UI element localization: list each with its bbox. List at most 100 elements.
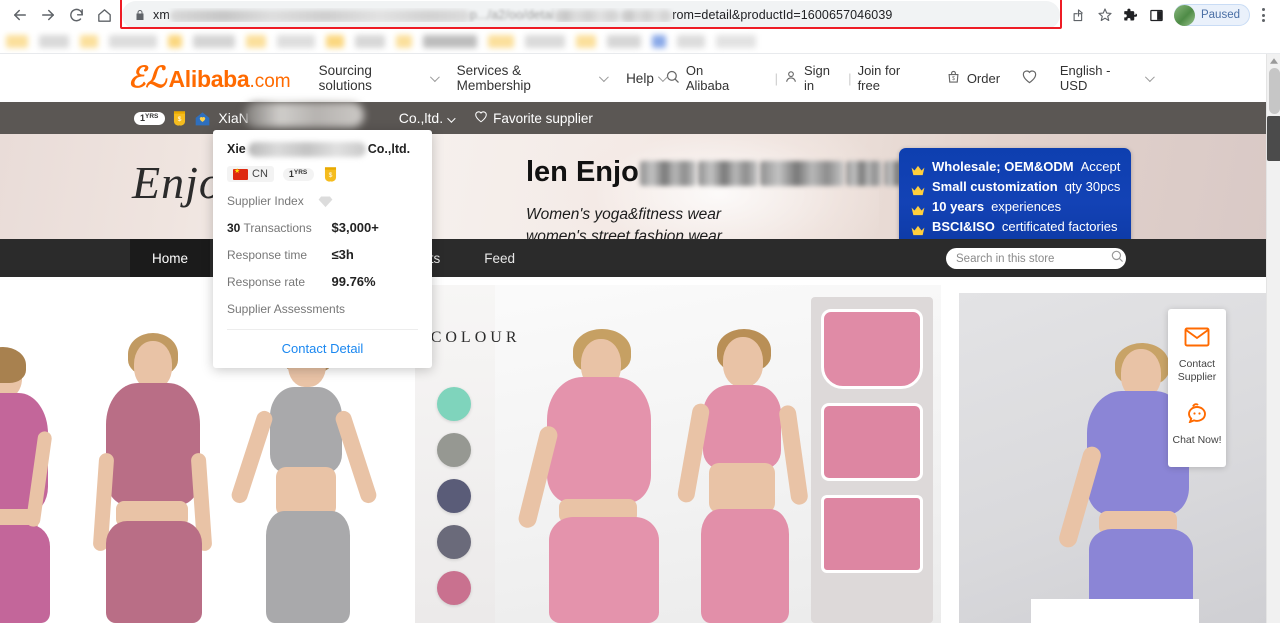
country-chip: CN xyxy=(227,166,274,182)
order-bag-icon: $ xyxy=(946,69,961,88)
bookmark-item[interactable] xyxy=(277,35,315,48)
scrollbar-up-arrow[interactable] xyxy=(1267,54,1280,68)
hero-subtitle-2: women's street fashion wear xyxy=(526,228,722,239)
product-image-gallery: COLOUR xyxy=(0,277,1270,623)
hero-title-prefix: len Enjo xyxy=(526,156,639,188)
gold-supplier-icon: $ xyxy=(172,110,187,126)
address-bar-container[interactable]: xmp.../a2/oo/detairom=detail&productId=1… xyxy=(122,1,1060,29)
supplier-name-blurred xyxy=(244,102,364,128)
join-free-button[interactable]: Join for free xyxy=(858,63,925,93)
model-figure xyxy=(673,323,833,623)
store-nav-home[interactable]: Home xyxy=(130,239,210,277)
promo-bold: Wholesale; OEM&ODM xyxy=(932,157,1074,177)
bookmark-item[interactable] xyxy=(607,35,641,48)
svg-text:$: $ xyxy=(952,76,955,82)
home-icon[interactable] xyxy=(90,1,118,29)
nav-label: Help xyxy=(626,71,654,86)
nav-label: Sourcing solutions xyxy=(319,63,426,93)
svg-text:$: $ xyxy=(329,172,333,179)
hero-script-text: Enjo xyxy=(132,156,223,209)
sign-in-button[interactable]: Sign in xyxy=(784,63,842,93)
extensions-icon[interactable] xyxy=(1118,2,1144,28)
model-top xyxy=(547,377,651,503)
chevron-down-icon xyxy=(599,72,609,82)
bookmark-item[interactable] xyxy=(246,35,266,48)
colour-swatch[interactable] xyxy=(437,525,471,559)
store-search-input[interactable] xyxy=(956,253,1110,265)
bookmark-item[interactable] xyxy=(80,35,98,48)
favorites-button[interactable] xyxy=(1021,69,1038,87)
promo-line: BSCI&ISOcertificated factories xyxy=(911,217,1119,237)
address-bar[interactable]: xmp.../a2/oo/detairom=detail&productId=1… xyxy=(122,1,1060,29)
tooltip-name-prefix: Xie xyxy=(227,142,246,156)
browser-menu-icon[interactable] xyxy=(1252,8,1274,22)
order-button[interactable]: $ Order xyxy=(946,69,1000,88)
page-scrollbar[interactable] xyxy=(1266,54,1280,623)
nav-services-membership[interactable]: Services & Membership xyxy=(457,63,606,93)
alibaba-logo-mark: ℰℒ xyxy=(128,64,166,93)
bookmark-item[interactable] xyxy=(6,35,28,48)
chat-now-button[interactable]: Chat Now! xyxy=(1172,397,1221,455)
tooltip-row-value: 99.76% xyxy=(332,274,419,289)
nav-sourcing-solutions[interactable]: Sourcing solutions xyxy=(319,63,437,93)
colour-swatch[interactable] xyxy=(437,433,471,467)
store-search-box[interactable] xyxy=(946,248,1126,269)
model-arm-right xyxy=(778,404,809,505)
bookmark-item[interactable] xyxy=(109,35,157,48)
tooltip-row-transactions: 30 Transactions $3,000+ xyxy=(227,220,418,235)
profile-status-pill[interactable]: Paused xyxy=(1174,4,1250,26)
contact-detail-link[interactable]: Contact Detail xyxy=(282,341,364,356)
bookmark-item[interactable] xyxy=(193,35,235,48)
country-code-label: CN xyxy=(252,168,268,180)
tooltip-row-key: 30 Transactions xyxy=(227,221,314,235)
model-figure xyxy=(88,323,218,623)
tooltip-row-key: Response time xyxy=(227,248,314,262)
scrollbar-thumb[interactable] xyxy=(1267,116,1280,161)
crown-icon xyxy=(911,202,925,213)
tooltip-name-suffix: Co.,ltd. xyxy=(368,142,410,156)
search-scope-button[interactable]: On Alibaba xyxy=(665,63,747,93)
product-flatlay-panel xyxy=(811,297,933,623)
tooltip-supplier-assessments[interactable]: Supplier Assessments xyxy=(227,302,418,329)
bookmark-item[interactable] xyxy=(652,35,666,48)
promo-rest: Accept xyxy=(1081,157,1121,177)
bookmarks-bar[interactable] xyxy=(0,30,1280,54)
url-suffix: rom=detail&productId=1600657046039 xyxy=(672,8,892,22)
star-icon[interactable] xyxy=(1092,2,1118,28)
bookmark-item[interactable] xyxy=(576,35,596,48)
bookmark-item[interactable] xyxy=(355,35,385,48)
bookmark-item[interactable] xyxy=(39,35,69,48)
bookmark-item[interactable] xyxy=(168,35,182,48)
side-panel-icon[interactable] xyxy=(1144,2,1170,28)
colour-swatch[interactable] xyxy=(437,571,471,605)
colour-swatch[interactable] xyxy=(437,387,471,421)
bookmark-item[interactable] xyxy=(677,35,705,48)
contact-supplier-button[interactable]: ContactSupplier xyxy=(1178,323,1217,392)
nav-help[interactable]: Help xyxy=(626,71,665,86)
share-icon[interactable] xyxy=(1066,2,1092,28)
alibaba-logo[interactable]: ℰℒ Alibaba .com xyxy=(128,64,291,93)
bookmark-item[interactable] xyxy=(488,35,514,48)
bookmark-item[interactable] xyxy=(525,35,565,48)
locale-selector[interactable]: English - USD xyxy=(1060,63,1152,93)
colour-swatch[interactable] xyxy=(437,479,471,513)
forward-arrow-icon[interactable] xyxy=(34,1,62,29)
gallery-image-center[interactable]: COLOUR xyxy=(415,285,941,623)
hero-title-blurred-1 xyxy=(640,161,696,186)
flatlay-sports-bra xyxy=(821,309,923,389)
favorite-supplier-button[interactable]: Favorite supplier xyxy=(474,110,593,126)
supplier-name[interactable]: XiaNCo.,ltd. xyxy=(218,110,453,126)
scrollbar-track-segment[interactable] xyxy=(1269,68,1280,114)
envelope-icon xyxy=(1184,327,1210,352)
bookmark-item[interactable] xyxy=(326,35,344,48)
search-icon xyxy=(665,69,680,87)
bookmark-item[interactable] xyxy=(716,35,756,48)
back-arrow-icon[interactable] xyxy=(6,1,34,29)
bookmark-item[interactable] xyxy=(423,35,477,48)
tooltip-footer: Contact Detail xyxy=(227,329,418,368)
search-icon[interactable] xyxy=(1110,249,1124,268)
model-head xyxy=(134,341,172,389)
bookmark-item[interactable] xyxy=(396,35,412,48)
reload-icon[interactable] xyxy=(62,1,90,29)
store-nav-feed[interactable]: Feed xyxy=(462,239,537,277)
